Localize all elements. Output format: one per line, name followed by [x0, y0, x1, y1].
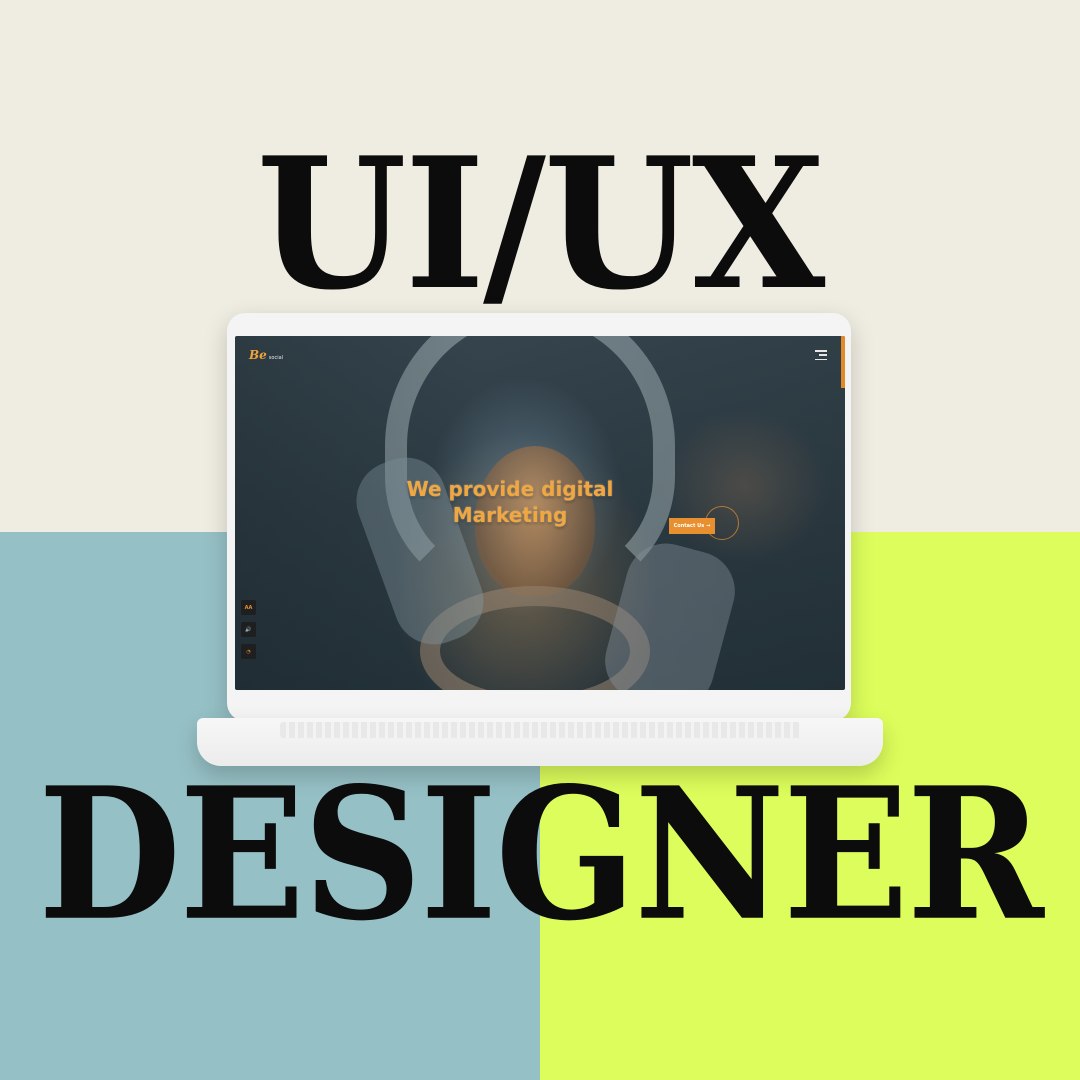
hero-title-line2: Marketing: [452, 503, 568, 527]
site-logo[interactable]: Be social: [249, 348, 283, 362]
floating-action-icons: AA 🔊 ◔: [241, 600, 256, 659]
whatsapp-icon[interactable]: ◔: [241, 644, 256, 659]
headline-bottom: DESIGNER: [38, 747, 1044, 961]
headline-top: UI/UX: [256, 116, 826, 331]
audio-icon[interactable]: 🔊: [241, 622, 256, 637]
logo-mark: Be: [249, 348, 267, 362]
hero-title: We provide digital Marketing: [385, 476, 635, 528]
logo-text: social: [268, 355, 284, 361]
contact-us-label: Contact Us: [673, 523, 705, 529]
hero-title-line1: We provide digital: [406, 477, 614, 501]
hamburger-menu-icon[interactable]: [815, 350, 827, 360]
scroll-indicator: [841, 336, 845, 388]
contact-us-button[interactable]: Contact Us →: [669, 518, 715, 534]
laptop-keyboard: [280, 722, 800, 738]
font-size-icon[interactable]: AA: [241, 600, 256, 615]
laptop-screen: Be social We provide digital Marketing C…: [235, 336, 845, 690]
arrow-right-icon: →: [706, 523, 711, 529]
